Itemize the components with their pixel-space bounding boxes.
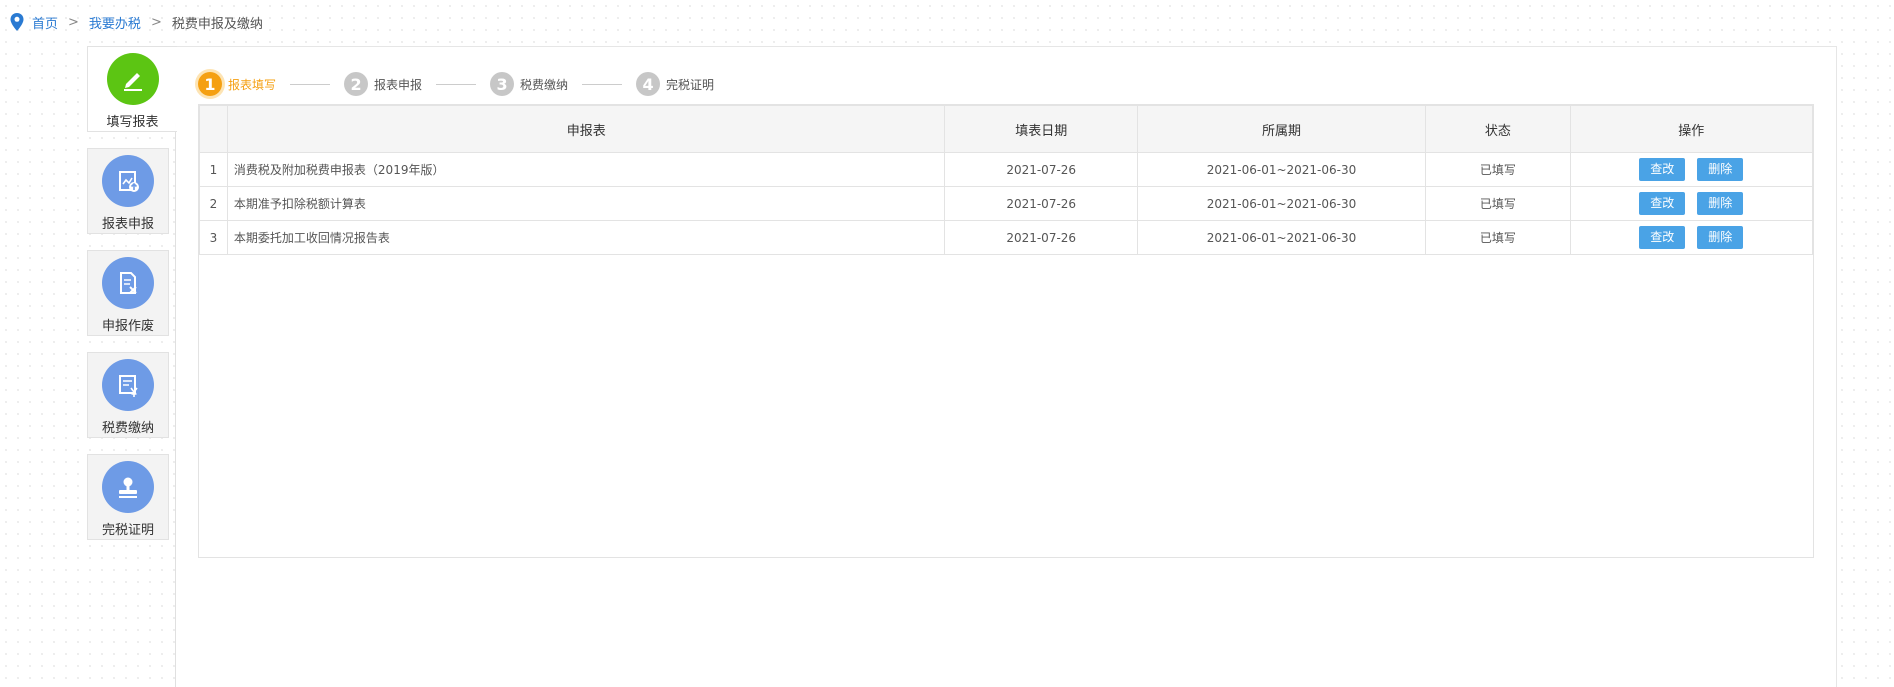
- sidebar-item-label: 报表申报: [101, 217, 154, 232]
- sidebar-item-tax-payment[interactable]: 税费缴纳: [87, 352, 169, 438]
- tax-payment-icon: [102, 359, 154, 411]
- period: 2021-06-01~2021-06-30: [1136, 186, 1427, 221]
- sidebar-item-report-declare[interactable]: 报表申报: [87, 148, 169, 234]
- step-label: 报表申报: [374, 77, 423, 92]
- table-row: 3 本期委托加工收回情况报告表 2021-07-26 2021-06-01~20…: [199, 220, 1814, 255]
- actions-cell: 查改 删除: [1569, 220, 1814, 255]
- breadcrumb-separator: >: [68, 14, 79, 30]
- progress-steps: 1 报表填写 2 报表申报 3 税费缴纳 4 完税证明: [198, 70, 714, 98]
- row-index: 1: [199, 152, 228, 187]
- column-header-status: 状态: [1425, 105, 1571, 153]
- row-index: 2: [199, 186, 228, 221]
- step-number: 1: [198, 72, 222, 96]
- step-label: 税费缴纳: [520, 77, 569, 92]
- fill-date: 2021-07-26: [944, 152, 1138, 187]
- report-table-container: 申报表 填表日期 所属期 状态 操作 1 消费税及附加税费申报表（2019年版）…: [198, 104, 1814, 558]
- edit-button[interactable]: 查改: [1639, 158, 1686, 181]
- sidebar-item-label: 税费缴纳: [101, 421, 154, 436]
- step-label: 完税证明: [666, 77, 715, 92]
- sidebar-item-tax-certificate[interactable]: 完税证明: [87, 454, 169, 540]
- breadcrumb-separator: >: [150, 14, 162, 30]
- actions-cell: 查改 删除: [1569, 152, 1814, 187]
- column-header-period: 所属期: [1136, 105, 1427, 153]
- delete-button[interactable]: 删除: [1697, 158, 1744, 181]
- table-row: 2 本期准予扣除税额计算表 2021-07-26 2021-06-01~2021…: [199, 186, 1814, 221]
- step-number: 2: [344, 72, 369, 96]
- step-label: 报表填写: [228, 77, 277, 92]
- step-number: 3: [490, 72, 515, 96]
- step-tax-payment[interactable]: 3 税费缴纳: [490, 72, 568, 96]
- table-row: 1 消费税及附加税费申报表（2019年版） 2021-07-26 2021-06…: [199, 152, 1814, 187]
- document-void-icon: [102, 257, 154, 309]
- delete-button[interactable]: 删除: [1697, 192, 1744, 215]
- table-header-row: 申报表 填表日期 所属期 状态 操作: [199, 105, 1814, 153]
- period: 2021-06-01~2021-06-30: [1136, 152, 1427, 187]
- location-pin-icon: [10, 13, 24, 31]
- step-connector: [290, 83, 331, 85]
- breadcrumb-current: 税费申报及缴纳: [171, 16, 263, 32]
- breadcrumb-home-link[interactable]: 首页: [32, 13, 58, 32]
- breadcrumb-tax-link[interactable]: 我要办税: [89, 13, 141, 32]
- breadcrumb: 首页 > 我要办税 > 税费申报及缴纳: [10, 12, 263, 32]
- sidebar-item-label: 填写报表: [106, 115, 159, 130]
- report-upload-icon: [102, 155, 154, 207]
- column-header-report: 申报表: [226, 105, 946, 153]
- edit-button[interactable]: 查改: [1639, 192, 1686, 215]
- fill-date: 2021-07-26: [944, 186, 1138, 221]
- report-name: 本期委托加工收回情况报告表: [226, 220, 946, 255]
- column-header-index: [199, 105, 228, 153]
- step-report-declare[interactable]: 2 报表申报: [344, 72, 422, 96]
- report-name: 消费税及附加税费申报表（2019年版）: [226, 152, 946, 187]
- step-fill-report[interactable]: 1 报表填写: [198, 72, 276, 96]
- delete-button[interactable]: 删除: [1697, 226, 1744, 249]
- report-name: 本期准予扣除税额计算表: [226, 186, 946, 221]
- column-header-actions: 操作: [1569, 105, 1814, 153]
- step-tax-certificate[interactable]: 4 完税证明: [636, 72, 714, 96]
- edit-button[interactable]: 查改: [1639, 226, 1686, 249]
- report-table: 申报表 填表日期 所属期 状态 操作 1 消费税及附加税费申报表（2019年版）…: [199, 105, 1814, 255]
- step-connector: [436, 83, 477, 85]
- row-index: 3: [199, 220, 228, 255]
- period: 2021-06-01~2021-06-30: [1136, 220, 1427, 255]
- status: 已填写: [1425, 186, 1571, 221]
- column-header-fill-date: 填表日期: [944, 105, 1138, 153]
- actions-cell: 查改 删除: [1569, 186, 1814, 221]
- fill-date: 2021-07-26: [944, 220, 1138, 255]
- sidebar-item-fill-report[interactable]: 填写报表: [87, 46, 177, 132]
- pencil-icon: [106, 53, 159, 105]
- stamp-icon: [102, 461, 154, 513]
- status: 已填写: [1425, 152, 1571, 187]
- sidebar-item-label: 完税证明: [101, 523, 154, 538]
- step-connector: [582, 83, 623, 85]
- step-number: 4: [636, 72, 661, 96]
- status: 已填写: [1425, 220, 1571, 255]
- sidebar-item-label: 申报作废: [101, 319, 154, 334]
- sidebar-item-declare-void[interactable]: 申报作废: [87, 250, 169, 336]
